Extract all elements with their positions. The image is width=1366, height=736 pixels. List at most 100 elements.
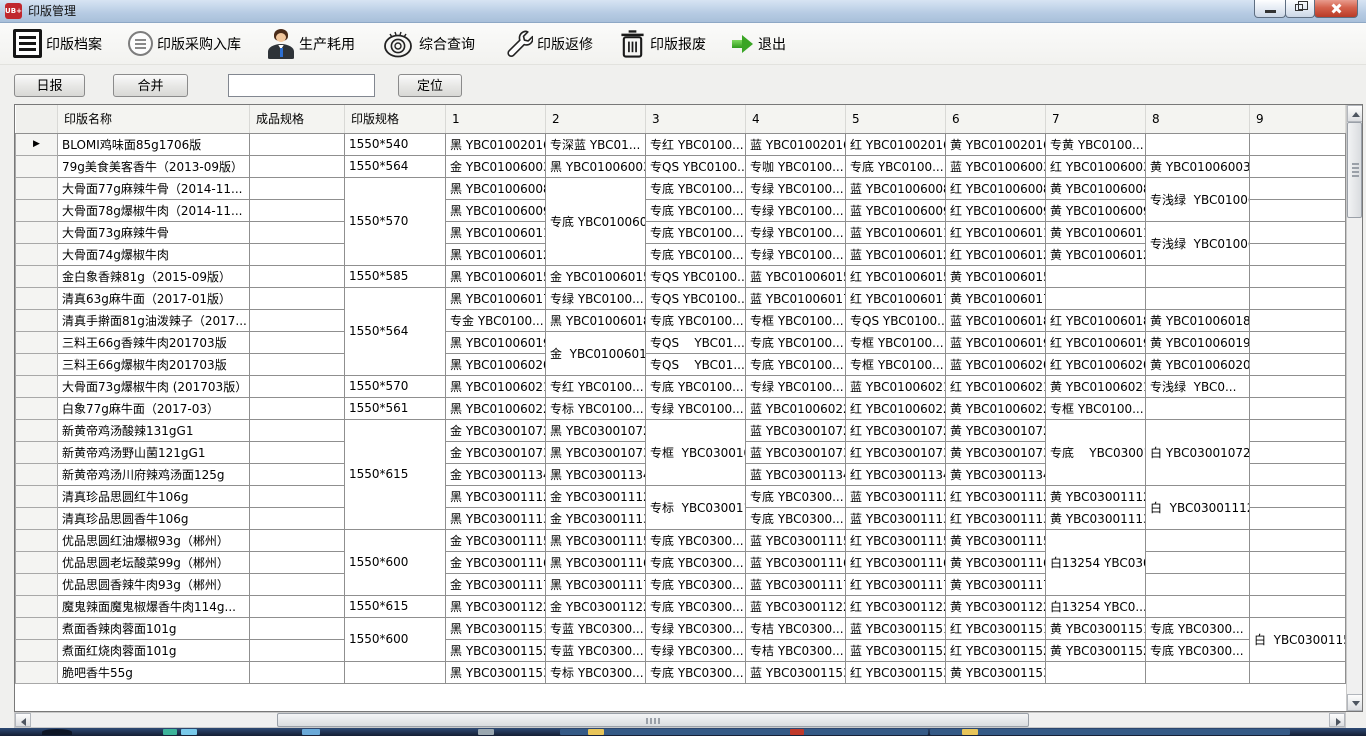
- cell[interactable]: 专咖 YBC0100...: [746, 155, 846, 177]
- vertical-scroll-thumb[interactable]: [1347, 122, 1362, 218]
- cell[interactable]: [1250, 177, 1346, 199]
- cell[interactable]: 专绿 YBC0100...: [746, 375, 846, 397]
- cell[interactable]: 专底 YBC0300...: [746, 485, 846, 507]
- plate-name-cell[interactable]: 清真手擀面81g油泼辣子（2017...: [58, 309, 250, 331]
- cell[interactable]: [1046, 265, 1146, 287]
- cell[interactable]: 红 YBC01006009: [946, 199, 1046, 221]
- cell[interactable]: 专绿 YBC0100...: [646, 397, 746, 419]
- cell[interactable]: [1250, 243, 1346, 265]
- cell[interactable]: [1146, 661, 1250, 683]
- cell[interactable]: 专底 YBC0300...: [646, 595, 746, 617]
- cell[interactable]: [1250, 221, 1346, 243]
- plate-name-cell[interactable]: 金白象香辣81g（2015-09版）: [58, 265, 250, 287]
- cell[interactable]: 蓝 YBC01006009: [846, 199, 946, 221]
- row-selector[interactable]: [16, 199, 58, 221]
- cell[interactable]: 专底 YBC0100...: [646, 375, 746, 397]
- cell[interactable]: 红 YBC03001072: [846, 419, 946, 441]
- cell[interactable]: 金 YBC03001113: [546, 507, 646, 529]
- cell[interactable]: 黄 YBC03001116: [946, 551, 1046, 573]
- cell[interactable]: 蓝 YBC01006012: [846, 243, 946, 265]
- locate-input[interactable]: [228, 74, 375, 97]
- column-header[interactable]: 3: [646, 105, 746, 133]
- plate-name-cell[interactable]: 新黄帝鸡汤川府辣鸡汤面125g: [58, 463, 250, 485]
- cell[interactable]: 黄 YBC01006009: [1046, 199, 1146, 221]
- cell[interactable]: [250, 595, 345, 617]
- cell[interactable]: 蓝 YBC01006022: [746, 397, 846, 419]
- cell[interactable]: 黑 YBC01006011: [446, 221, 546, 243]
- cell[interactable]: [250, 331, 345, 353]
- plate-name-cell[interactable]: 三料王66g爆椒牛肉201703版: [58, 353, 250, 375]
- column-header[interactable]: 印版名称: [58, 105, 250, 133]
- cell[interactable]: [1250, 573, 1346, 595]
- cell[interactable]: 黄 YBC03001072: [946, 419, 1046, 441]
- cell[interactable]: 金 YBC03001116: [446, 551, 546, 573]
- row-selector[interactable]: [16, 441, 58, 463]
- cell[interactable]: 蓝 YBC03001122: [746, 595, 846, 617]
- cell[interactable]: 红 YBC01006003: [1046, 155, 1146, 177]
- cell[interactable]: 黄 YBC03001134: [946, 463, 1046, 485]
- cell[interactable]: [1250, 441, 1346, 463]
- cell[interactable]: 红 YBC01006012: [946, 243, 1046, 265]
- row-selector-current[interactable]: ▶: [16, 133, 58, 155]
- row-selector[interactable]: [16, 639, 58, 661]
- cell[interactable]: [1250, 551, 1346, 573]
- cell[interactable]: 专框 YBC0100...: [846, 353, 946, 375]
- plate-name-cell[interactable]: 优品思圆红油爆椒93g（郴州）: [58, 529, 250, 551]
- cell[interactable]: 黄 YBC01006017: [946, 287, 1046, 309]
- cell[interactable]: 专底 YBC0100...: [846, 155, 946, 177]
- toolbar-item-comprehensive-query[interactable]: 综合查询: [381, 29, 475, 59]
- cell[interactable]: [250, 265, 345, 287]
- plate-name-cell[interactable]: 大骨面73g麻辣牛骨: [58, 221, 250, 243]
- cell[interactable]: [1146, 551, 1250, 573]
- cell[interactable]: 1550*600: [345, 617, 446, 661]
- cell[interactable]: 专底 YBC0300...: [1146, 617, 1250, 639]
- cell[interactable]: 白 YBC03001151: [1250, 617, 1346, 661]
- cell[interactable]: 黑 YBC01006022: [446, 397, 546, 419]
- plate-name-cell[interactable]: 清真珍品思圆香牛106g: [58, 507, 250, 529]
- scroll-right-button[interactable]: [1329, 713, 1345, 727]
- plate-name-cell[interactable]: BLOMI鸡味面85g1706版: [58, 133, 250, 155]
- cell[interactable]: 蓝 YBC03001112: [846, 485, 946, 507]
- taskbar-window-button[interactable]: [930, 729, 1290, 735]
- cell[interactable]: [250, 375, 345, 397]
- row-selector[interactable]: [16, 419, 58, 441]
- cell[interactable]: 专桔 YBC0300...: [746, 617, 846, 639]
- cell[interactable]: [1250, 353, 1346, 375]
- cell[interactable]: 1550*570: [345, 177, 446, 265]
- row-selector[interactable]: [16, 595, 58, 617]
- cell[interactable]: 1550*600: [345, 529, 446, 595]
- taskbar-icon[interactable]: [302, 729, 320, 735]
- cell[interactable]: [250, 661, 345, 683]
- cell[interactable]: 黑 YBC03001122: [446, 595, 546, 617]
- cell[interactable]: [1146, 595, 1250, 617]
- cell[interactable]: [1250, 155, 1346, 177]
- cell[interactable]: [1046, 661, 1146, 683]
- taskbar-icon[interactable]: [181, 729, 197, 735]
- cell[interactable]: 专框 YBC0100...: [1046, 397, 1146, 419]
- plate-name-cell[interactable]: 三料王66g香辣牛肉201703版: [58, 331, 250, 353]
- column-header[interactable]: 9: [1250, 105, 1346, 133]
- cell[interactable]: [1250, 485, 1346, 507]
- cell[interactable]: [1250, 287, 1346, 309]
- column-header[interactable]: 4: [746, 105, 846, 133]
- cell[interactable]: 专底 YBC0100...: [646, 243, 746, 265]
- cell[interactable]: [1250, 199, 1346, 221]
- cell[interactable]: 专绿 YBC0100...: [546, 287, 646, 309]
- cell[interactable]: 专底 YBC0100...: [746, 353, 846, 375]
- toolbar-item-plate-scrap[interactable]: 印版报废: [619, 29, 706, 59]
- cell[interactable]: [250, 177, 345, 199]
- cell[interactable]: 红 YBC01006020: [1046, 353, 1146, 375]
- cell[interactable]: 蓝 YBC03001115: [746, 529, 846, 551]
- cell[interactable]: 蓝 YBC03001073: [746, 441, 846, 463]
- taskbar-icon[interactable]: [478, 729, 494, 735]
- cell[interactable]: 红 YBC03001151: [946, 617, 1046, 639]
- cell[interactable]: 专底 YBC0100...: [646, 199, 746, 221]
- cell[interactable]: [1250, 309, 1346, 331]
- cell[interactable]: 红 YBC01006015: [846, 265, 946, 287]
- cell[interactable]: 1550*585: [345, 265, 446, 287]
- cell[interactable]: 金 YBC03001117: [446, 573, 546, 595]
- cell[interactable]: [250, 133, 345, 155]
- cell[interactable]: [345, 661, 446, 683]
- plate-name-cell[interactable]: 清真珍品思圆红牛106g: [58, 485, 250, 507]
- cell[interactable]: 专标 YBC0100...: [546, 397, 646, 419]
